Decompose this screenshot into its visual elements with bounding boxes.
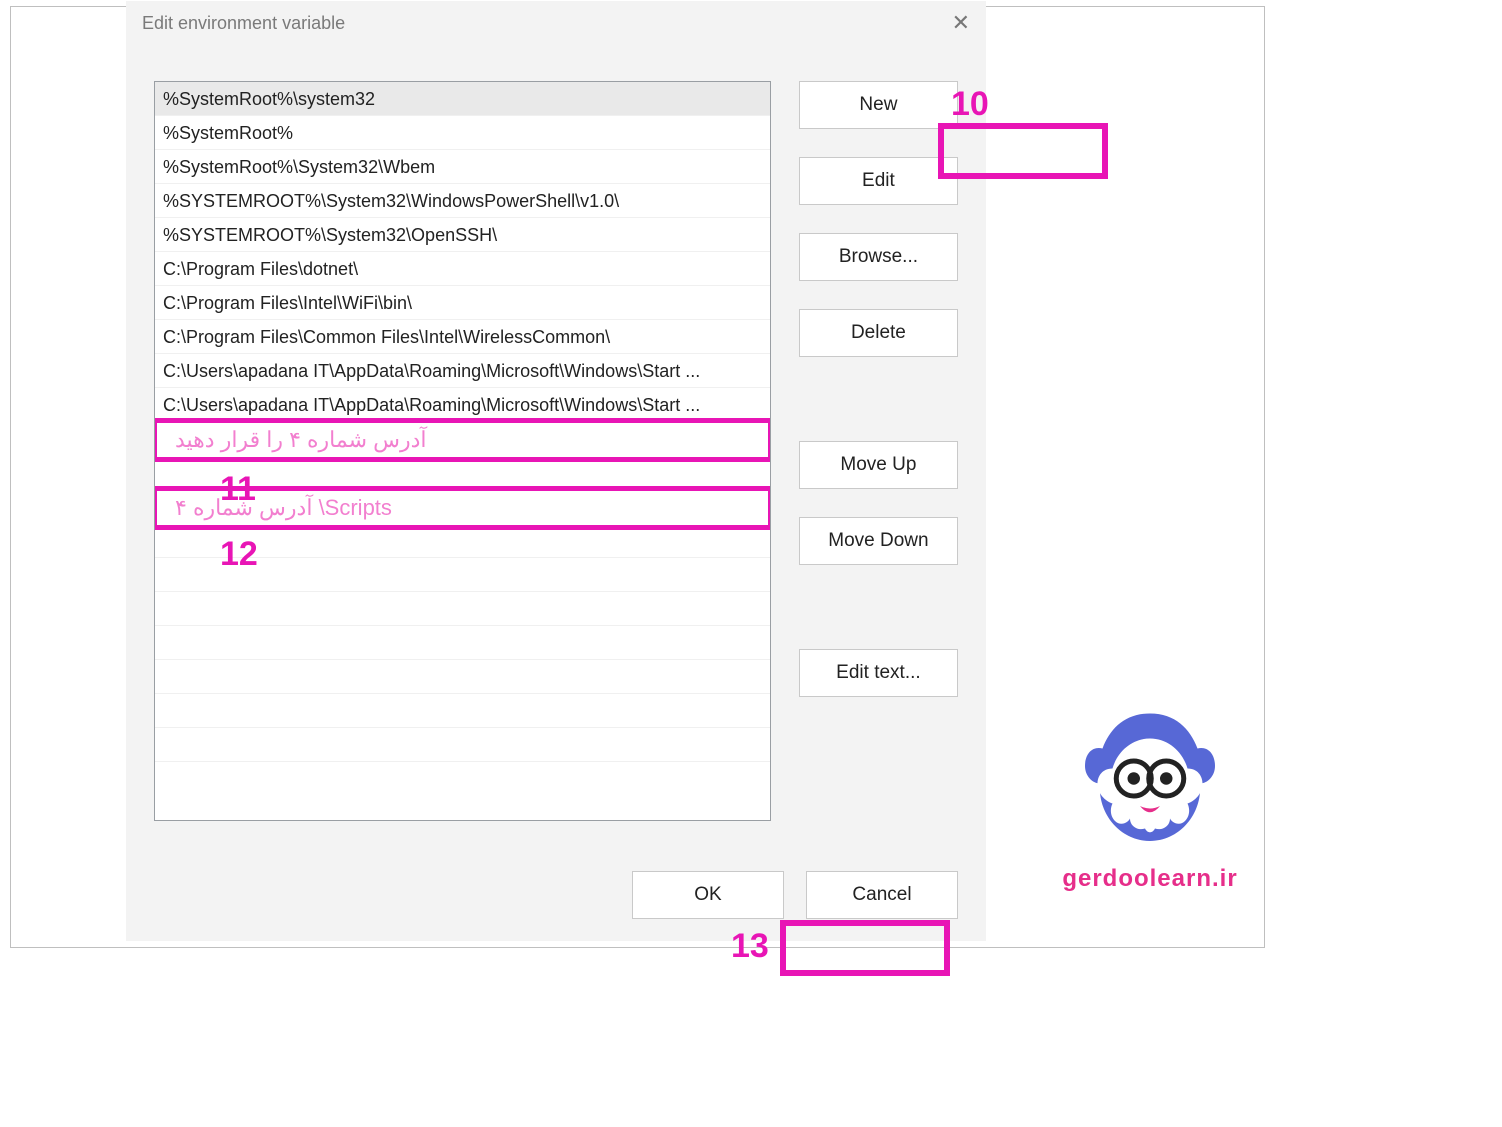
list-item-empty[interactable] — [155, 660, 770, 694]
dialog-actions: OK Cancel — [126, 871, 986, 919]
dialog-title: Edit environment variable — [142, 13, 345, 34]
annotation-text: آدرس شماره ۴ \Scripts — [175, 495, 392, 521]
edit-button[interactable]: Edit — [799, 157, 958, 205]
list-item[interactable]: %SystemRoot% — [155, 116, 770, 150]
close-icon[interactable]: ✕ — [952, 12, 970, 34]
path-listbox[interactable]: %SystemRoot%\system32 %SystemRoot% %Syst… — [154, 81, 771, 821]
ok-button[interactable]: OK — [632, 871, 784, 919]
list-item[interactable]: %SYSTEMROOT%\System32\WindowsPowerShell\… — [155, 184, 770, 218]
list-item[interactable]: C:\Program Files\Common Files\Intel\Wire… — [155, 320, 770, 354]
list-item[interactable]: %SystemRoot%\System32\Wbem — [155, 150, 770, 184]
new-button[interactable]: New — [799, 81, 958, 129]
cancel-button[interactable]: Cancel — [806, 871, 958, 919]
edit-text-button[interactable]: Edit text... — [799, 649, 958, 697]
list-item-empty[interactable] — [155, 728, 770, 762]
step-label-13: 13 — [731, 927, 769, 966]
env-var-dialog: Edit environment variable ✕ %SystemRoot%… — [126, 1, 986, 941]
step-label-10: 10 — [951, 85, 989, 124]
move-down-button[interactable]: Move Down — [799, 517, 958, 565]
delete-button[interactable]: Delete — [799, 309, 958, 357]
list-item-empty[interactable] — [155, 694, 770, 728]
dialog-body: %SystemRoot%\system32 %SystemRoot% %Syst… — [126, 45, 986, 941]
browse-button[interactable]: Browse... — [799, 233, 958, 281]
list-item-empty[interactable] — [155, 626, 770, 660]
annotation-text: آدرس شماره ۴ را قرار دهید — [175, 427, 427, 453]
highlight-ok — [780, 920, 950, 976]
list-item-empty[interactable] — [155, 592, 770, 626]
annotation-box-11: آدرس شماره ۴ را قرار دهید — [154, 418, 771, 462]
list-item[interactable]: %SYSTEMROOT%\System32\OpenSSH\ — [155, 218, 770, 252]
list-item[interactable]: C:\Program Files\dotnet\ — [155, 252, 770, 286]
list-item[interactable]: C:\Program Files\Intel\WiFi\bin\ — [155, 286, 770, 320]
step-label-12: 12 — [220, 535, 258, 574]
move-up-button[interactable]: Move Up — [799, 441, 958, 489]
branding-logo: gerdoolearn.ir — [1045, 706, 1255, 893]
list-item[interactable]: %SystemRoot%\system32 — [155, 82, 770, 116]
branding-text: gerdoolearn.ir — [1045, 865, 1255, 893]
button-column: New Edit Browse... Delete Move Up Move D… — [799, 81, 958, 821]
step-label-11: 11 — [220, 470, 256, 509]
list-item[interactable]: C:\Users\apadana IT\AppData\Roaming\Micr… — [155, 354, 770, 388]
titlebar: Edit environment variable ✕ — [126, 1, 986, 45]
owl-icon — [1075, 706, 1225, 856]
list-item[interactable]: C:\Users\apadana IT\AppData\Roaming\Micr… — [155, 388, 770, 422]
